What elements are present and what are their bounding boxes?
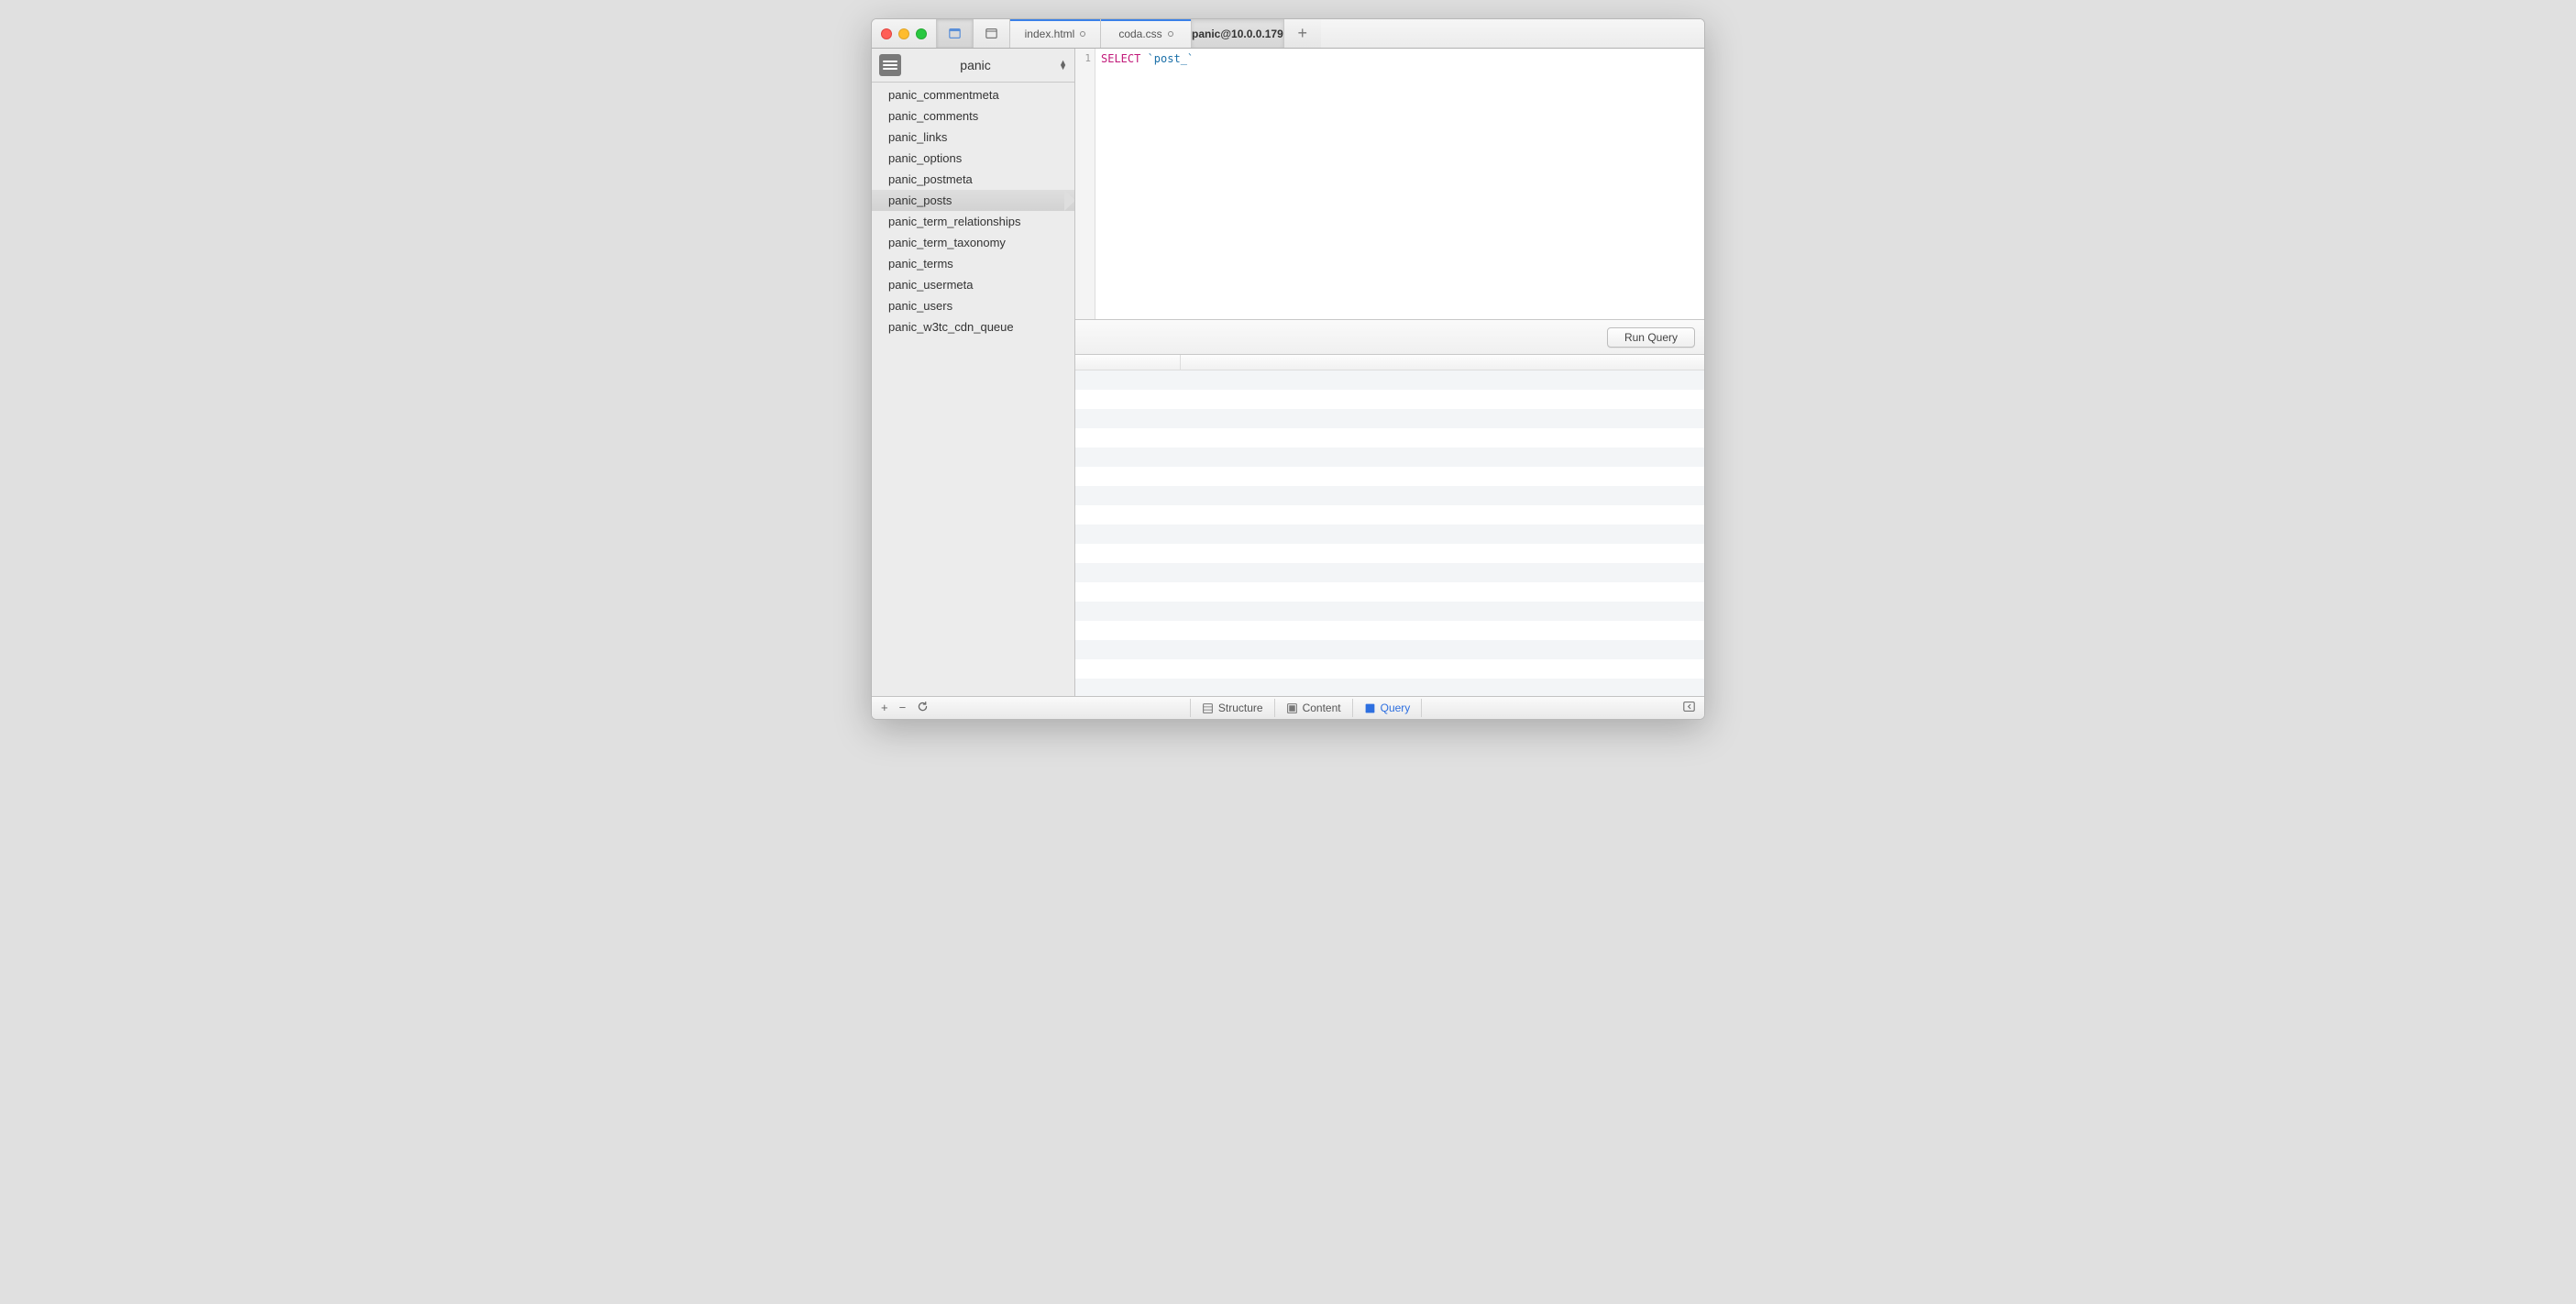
result-row (1075, 640, 1704, 659)
tab-0[interactable]: index.html (1010, 19, 1101, 48)
zoom-window-button[interactable] (916, 28, 927, 39)
panel-icon (985, 28, 997, 39)
footer-actions: + − (872, 701, 938, 715)
line-number: 1 (1075, 52, 1091, 64)
window-icon (949, 28, 961, 39)
footer-bar: + − Structure Content (872, 696, 1704, 719)
result-row (1075, 621, 1704, 640)
result-row (1075, 448, 1704, 467)
run-query-button[interactable]: Run Query (1607, 327, 1695, 348)
sql-editor[interactable]: 1 SELECT `post_` (1075, 49, 1704, 320)
collapse-panel-icon (1683, 701, 1695, 713)
main-panel: 1 SELECT `post_` Run Query (1075, 49, 1704, 696)
table-item[interactable]: panic_users (872, 295, 1074, 316)
query-label: Query (1381, 702, 1411, 714)
tab-label: panic@10.0.0.179 (1192, 28, 1283, 40)
toggle-panel-button[interactable] (1674, 701, 1704, 715)
sidebar: panic ▲▼ panic_commentmetapanic_comments… (872, 49, 1075, 696)
result-row (1075, 467, 1704, 486)
table-item[interactable]: panic_options (872, 148, 1074, 169)
result-row (1075, 582, 1704, 602)
table-item[interactable]: panic_term_taxonomy (872, 232, 1074, 253)
table-item[interactable]: panic_w3tc_cdn_queue (872, 316, 1074, 337)
result-row (1075, 370, 1704, 390)
results-header (1075, 355, 1704, 370)
result-row (1075, 544, 1704, 563)
footer-view-tabs: Structure Content Query (938, 699, 1674, 717)
sort-chevrons-icon: ▲▼ (1059, 61, 1067, 70)
query-tab[interactable]: Query (1352, 699, 1423, 717)
result-row (1075, 679, 1704, 696)
content-icon (1286, 702, 1298, 714)
sites-mode-button[interactable] (937, 19, 974, 48)
dirty-indicator-icon (1168, 31, 1173, 37)
table-item[interactable]: panic_usermeta (872, 274, 1074, 295)
close-window-button[interactable] (881, 28, 892, 39)
content-tab[interactable]: Content (1274, 699, 1352, 717)
content-label: Content (1303, 702, 1341, 714)
tab-2[interactable]: panic@10.0.0.179 (1192, 19, 1284, 48)
window-controls (872, 19, 936, 48)
mode-toggle (936, 19, 1010, 48)
table-item[interactable]: panic_postmeta (872, 169, 1074, 190)
query-icon (1364, 702, 1376, 714)
table-item[interactable]: panic_terms (872, 253, 1074, 274)
sql-keyword: SELECT (1101, 52, 1140, 65)
structure-tab[interactable]: Structure (1190, 699, 1274, 717)
remove-button[interactable]: − (899, 701, 907, 715)
line-gutter: 1 (1075, 49, 1095, 319)
new-tab-button[interactable]: + (1284, 19, 1321, 48)
result-row (1075, 563, 1704, 582)
table-list: panic_commentmetapanic_commentspanic_lin… (872, 83, 1074, 696)
result-row (1075, 659, 1704, 679)
files-mode-button[interactable] (974, 19, 1010, 48)
minimize-window-button[interactable] (898, 28, 909, 39)
table-item[interactable]: panic_commentmeta (872, 84, 1074, 105)
result-row (1075, 409, 1704, 428)
add-button[interactable]: + (881, 701, 888, 715)
result-row (1075, 486, 1704, 505)
refresh-button[interactable] (917, 701, 929, 715)
result-row (1075, 505, 1704, 525)
run-bar: Run Query (1075, 320, 1704, 355)
results-grid (1075, 355, 1704, 696)
table-item[interactable]: panic_links (872, 127, 1074, 148)
refresh-icon (917, 701, 929, 713)
structure-label: Structure (1218, 702, 1263, 714)
database-name: panic (908, 58, 1051, 72)
code-area[interactable]: SELECT `post_` (1095, 49, 1704, 319)
tab-bar-spacer (1321, 19, 1704, 48)
result-row (1075, 602, 1704, 621)
tab-label: coda.css (1118, 28, 1161, 40)
table-item[interactable]: panic_comments (872, 105, 1074, 127)
structure-icon (1202, 702, 1214, 714)
tab-bar: index.html coda.css panic@10.0.0.179 (1010, 19, 1284, 48)
database-icon (879, 54, 901, 76)
tab-label: index.html (1025, 28, 1075, 40)
result-row (1075, 525, 1704, 544)
titlebar: index.html coda.css panic@10.0.0.179 + (872, 19, 1704, 49)
result-row (1075, 428, 1704, 448)
app-window: index.html coda.css panic@10.0.0.179 + pan… (871, 18, 1705, 720)
database-selector[interactable]: panic ▲▼ (872, 49, 1074, 83)
result-row (1075, 390, 1704, 409)
tab-1[interactable]: coda.css (1101, 19, 1192, 48)
table-item[interactable]: panic_term_relationships (872, 211, 1074, 232)
sql-text: `post_` (1140, 52, 1194, 65)
table-item[interactable]: panic_posts (872, 190, 1074, 211)
dirty-indicator-icon (1080, 31, 1085, 37)
